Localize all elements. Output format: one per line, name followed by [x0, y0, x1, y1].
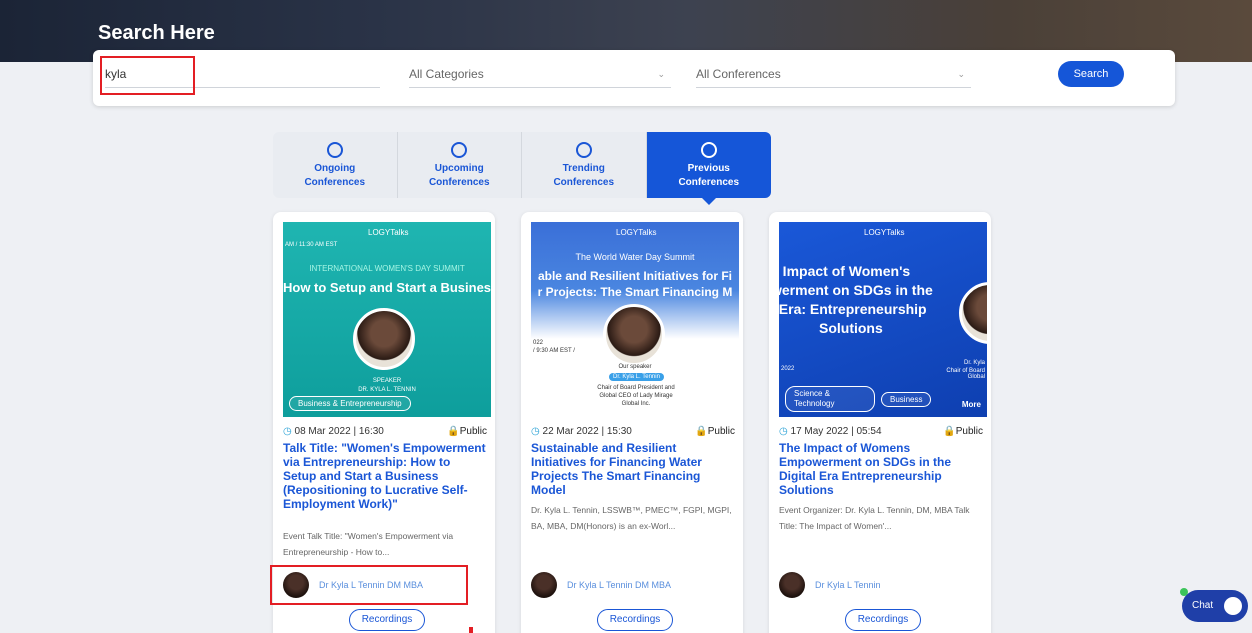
tab-label: Trending Conferences — [553, 163, 615, 188]
highlight-box — [270, 565, 468, 605]
category-tags: Science & Technology Business — [785, 386, 932, 412]
banner-time: AM / 11:30 AM EST — [285, 242, 338, 248]
conference-banner[interactable]: LOGYTalks The World Water Day Summit abl… — [531, 222, 739, 417]
conference-card[interactable]: LOGYTalks The World Water Day Summit abl… — [521, 212, 743, 633]
organizer-name[interactable]: Dr Kyla L Tennin DM MBA — [567, 580, 671, 590]
online-indicator — [1180, 588, 1188, 596]
chat-label: Chat — [1192, 600, 1214, 611]
conference-select-value: All Conferences — [696, 67, 781, 81]
category-tag[interactable]: Business & Entrepreneurship — [289, 396, 411, 411]
card-description: Event Organizer: Dr. Kyla L. Tennin, DM,… — [779, 505, 970, 531]
visibility-badge: 🔒Public — [943, 426, 983, 437]
chevron-down-icon: ⌄ — [657, 69, 665, 79]
card-meta: ◷ 08 Mar 2022 | 16:30 🔒Public — [283, 426, 487, 437]
category-select[interactable]: All Categories ⌄ — [409, 64, 671, 88]
visibility-badge: 🔒Public — [695, 426, 735, 437]
conference-select[interactable]: All Conferences ⌄ — [696, 64, 971, 88]
lock-icon: 🔒 — [943, 426, 956, 437]
chat-bubble-icon — [1224, 597, 1242, 615]
brand-logo: LOGYTalks — [616, 228, 657, 237]
category-tag[interactable]: Business — [881, 391, 932, 407]
speaker-photo — [603, 304, 665, 366]
banner-line: The World Water Day Summit — [575, 252, 695, 262]
conference-tabs: Ongoing Conferences Upcoming Conferences… — [273, 132, 771, 205]
category-tag[interactable]: Science & Technology — [785, 386, 875, 412]
tab-ongoing[interactable]: Ongoing Conferences — [273, 132, 398, 198]
tab-label: Upcoming Conferences — [428, 163, 490, 188]
speaker-name: Dr. Kyla L. Tennin — [609, 373, 664, 381]
conference-banner[interactable]: LOGYTalks e Impact of Women's werment on… — [779, 222, 987, 417]
category-select-value: All Categories — [409, 67, 484, 81]
lock-icon: 🔒 — [447, 426, 460, 437]
tab-previous[interactable]: Previous Conferences — [646, 132, 771, 205]
trending-icon — [575, 142, 592, 158]
clock-icon: ◷ — [531, 426, 540, 437]
speaker-role: Chair of Board President and Global CEO … — [597, 385, 675, 407]
organizer[interactable]: Dr Kyla L Tennin — [779, 572, 881, 598]
event-date: ◷ 22 Mar 2022 | 15:30 — [531, 426, 632, 437]
organizer[interactable]: Dr Kyla L Tennin DM MBA — [531, 572, 671, 598]
card-meta: ◷ 22 Mar 2022 | 15:30 🔒Public — [531, 426, 735, 437]
tab-label: Previous Conferences — [678, 163, 740, 188]
conference-card[interactable]: LOGYTalks e Impact of Women's werment on… — [769, 212, 991, 633]
brand-logo: LOGYTalks — [864, 228, 905, 237]
card-description: Dr. Kyla L. Tennin, LSSWB™, PMEC™, FGPI,… — [531, 505, 732, 531]
banner-headline: e Impact of Women's werment on SDGs in t… — [779, 263, 933, 336]
avatar — [531, 572, 557, 598]
card-title[interactable]: The Impact of Womens Empowerment on SDGs… — [779, 441, 983, 497]
clock-icon: ◷ — [283, 426, 292, 437]
clock-icon: ◷ — [779, 426, 788, 437]
speaker-caption: SPEAKER — [372, 378, 402, 384]
banner-line: How to Setup and Start a Business — [283, 280, 491, 295]
conference-banner[interactable]: LOGYTalks AM / 11:30 AM EST INTERNATIONA… — [283, 222, 491, 417]
refresh-icon — [326, 142, 343, 158]
lock-icon: 🔒 — [695, 426, 708, 437]
speaker-role: Chair of Board Global — [946, 368, 985, 380]
clock-icon — [451, 142, 468, 158]
banner-date: 022 — [533, 340, 544, 346]
page-title: Search Here — [98, 22, 215, 44]
category-tags: Business & Entrepreneurship — [289, 396, 411, 411]
banner-time: / 9:30 AM EST / — [533, 348, 575, 354]
organizer-name[interactable]: Dr Kyla L Tennin — [815, 580, 881, 590]
search-panel: kyla All Categories ⌄ All Conferences ⌄ … — [93, 50, 1175, 106]
banner-date: 2022 — [781, 366, 795, 372]
card-description: Event Talk Title: "Women's Empowerment v… — [283, 531, 454, 557]
chevron-down-icon: ⌄ — [957, 69, 965, 79]
event-date: ◷ 17 May 2022 | 05:54 — [779, 426, 882, 437]
visibility-badge: 🔒Public — [447, 426, 487, 437]
red-marker — [469, 627, 473, 633]
speaker-name: Dr. Kyla — [963, 360, 985, 366]
speaker-caption: Our speaker — [618, 364, 652, 370]
card-meta: ◷ 17 May 2022 | 05:54 🔒Public — [779, 426, 983, 437]
more-link[interactable]: More — [962, 400, 981, 409]
search-button[interactable]: Search — [1058, 61, 1124, 87]
card-title[interactable]: Talk Title: "Women's Empowerment via Ent… — [283, 441, 487, 511]
recordings-button[interactable]: Recordings — [597, 609, 673, 631]
brand-logo: LOGYTalks — [368, 228, 409, 237]
avatar — [779, 572, 805, 598]
recordings-button[interactable]: Recordings — [845, 609, 921, 631]
history-icon — [700, 142, 717, 158]
highlight-box — [100, 56, 195, 95]
event-date: ◷ 08 Mar 2022 | 16:30 — [283, 426, 384, 437]
banner-line: able and Resilient Initiatives for Fi r P… — [537, 269, 733, 299]
recordings-button[interactable]: Recordings — [349, 609, 425, 631]
banner-line: INTERNATIONAL WOMEN'S DAY SUMMIT — [309, 264, 465, 273]
speaker-name: DR. KYLA L. TENNIN — [358, 387, 416, 393]
tab-label: Ongoing Conferences — [304, 163, 366, 188]
tab-upcoming[interactable]: Upcoming Conferences — [397, 132, 522, 198]
card-title[interactable]: Sustainable and Resilient Initiatives fo… — [531, 441, 735, 497]
tab-trending[interactable]: Trending Conferences — [522, 132, 647, 198]
speaker-photo — [353, 308, 415, 370]
chat-button[interactable]: Chat — [1180, 588, 1248, 622]
